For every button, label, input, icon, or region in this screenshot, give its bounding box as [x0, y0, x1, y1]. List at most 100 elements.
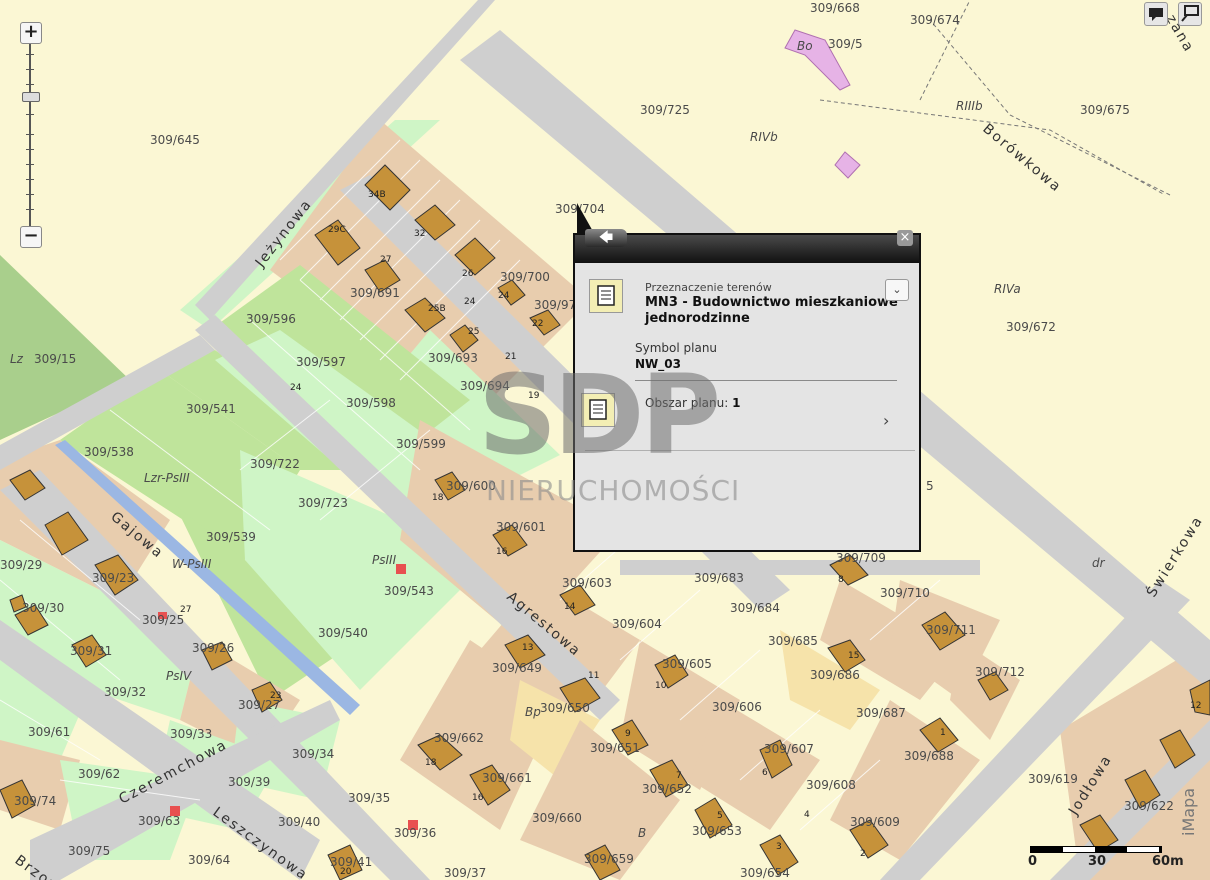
- expand-button[interactable]: ⌄: [885, 279, 909, 301]
- parcel-label: 309/684: [730, 601, 780, 615]
- house-number: 29C: [328, 225, 346, 235]
- zone-label: W-PsIII: [172, 557, 212, 571]
- zoom-out-button[interactable]: −: [20, 226, 42, 248]
- parcel-label: 309/597: [296, 355, 346, 369]
- zone-label: RIVb: [750, 130, 778, 144]
- parcel-label: 309/608: [806, 778, 856, 792]
- house-number: 23: [270, 691, 281, 701]
- house-number: 16: [496, 547, 508, 557]
- house-number: 3: [776, 842, 782, 852]
- parcel-label: 309/31: [70, 644, 112, 658]
- zone-label: PsIII: [372, 553, 397, 567]
- house-number: 5: [717, 811, 723, 821]
- back-button[interactable]: 🡄: [585, 229, 627, 247]
- parcel-label: 309/61: [28, 725, 70, 739]
- parcel-label: 309/725: [640, 103, 690, 117]
- parcel-label: 309/693: [428, 351, 478, 365]
- parcel-label: 309/601: [496, 520, 546, 534]
- house-number: 16: [472, 793, 484, 803]
- scale-bar: 0 30 60m: [1028, 842, 1184, 872]
- zoom-in-button[interactable]: +: [20, 22, 42, 44]
- symbol-value: NW_03: [635, 357, 681, 371]
- parcel-label: 309/609: [850, 815, 900, 829]
- zoom-slider-track[interactable]: [26, 44, 34, 226]
- parcel-label: 309/605: [662, 657, 712, 671]
- parcel-label: 309/39: [228, 775, 270, 789]
- house-number: 2: [860, 849, 866, 859]
- parcel-label: 309/75: [68, 844, 110, 858]
- parcel-label: 309/23: [92, 571, 134, 585]
- parcel-label: 309/599: [396, 437, 446, 451]
- parcel-label: 309/36: [394, 826, 436, 840]
- brand-text: iMapa: [1179, 788, 1198, 836]
- house-number: 13: [522, 643, 533, 653]
- parcel-label: 309/654: [740, 866, 790, 880]
- area-label: Obszar planu:: [645, 396, 729, 410]
- house-number: 10: [655, 681, 667, 691]
- parcel-label: 309/710: [880, 586, 930, 600]
- house-number: 1: [940, 728, 946, 738]
- symbol-label: Symbol planu: [635, 341, 718, 355]
- close-button[interactable]: ×: [897, 230, 913, 246]
- parcel-label: 309/606: [712, 700, 762, 714]
- zone-label: Bp: [525, 705, 541, 719]
- parcel-label: 309/607: [764, 742, 814, 756]
- zone-label: RIVa: [994, 282, 1021, 296]
- parcel-label: 309/541: [186, 402, 236, 416]
- house-number: 18: [425, 758, 437, 768]
- parcel-label: 309/34: [292, 747, 334, 761]
- house-number: 27: [180, 605, 191, 615]
- parcel-label: 309/32: [104, 685, 146, 699]
- scale-label-60: 60m: [1152, 854, 1184, 869]
- parcel-label: 309/659: [584, 852, 634, 866]
- house-number: 12: [1190, 701, 1201, 711]
- house-number: 24: [290, 383, 302, 393]
- popup-subtitle: Przeznaczenie terenów: [645, 281, 772, 294]
- parcel-label: 309/683: [694, 571, 744, 585]
- parcel-label: 309/652: [642, 782, 692, 796]
- parcel-label: 309/33: [170, 727, 212, 741]
- house-number: 22: [532, 319, 543, 329]
- parcel-label: 309/712: [975, 665, 1025, 679]
- parcel-label: 309/687: [856, 706, 906, 720]
- parcel-label: 309/660: [532, 811, 582, 825]
- house-number: 6: [762, 768, 768, 778]
- parcel-label: 309/26: [192, 641, 234, 655]
- house-number: 32: [414, 229, 425, 239]
- house-number: 15: [848, 651, 859, 661]
- house-number: 26: [462, 269, 474, 279]
- parcel-label: 309/651: [590, 741, 640, 755]
- search-tool-button[interactable]: [1178, 2, 1202, 26]
- house-number: 11: [588, 671, 599, 681]
- parcel-label: 309/37: [444, 866, 486, 880]
- parcel-label: 309/649: [492, 661, 542, 675]
- parcel-label: 309/685: [768, 634, 818, 648]
- parcel-label: 309/62: [78, 767, 120, 781]
- parcel-label: 309/700: [500, 270, 550, 284]
- document-icon[interactable]: [581, 393, 615, 427]
- parcel-label: 309/603: [562, 576, 612, 590]
- parcel-label: 309/15: [34, 352, 76, 366]
- info-popup: 🡄 × Przeznaczenie terenów MN3 - Budownic…: [573, 229, 921, 552]
- parcel-label: 309/63: [138, 814, 180, 828]
- parcel-label: 309/672: [1006, 320, 1056, 334]
- house-number: 34B: [368, 190, 386, 200]
- comment-tool-button[interactable]: [1144, 2, 1168, 26]
- zone-label: B: [638, 826, 646, 840]
- parcel-label: 309/686: [810, 668, 860, 682]
- house-number: 19: [528, 391, 540, 401]
- parcel-label: 309/645: [150, 133, 200, 147]
- parcel-label: 309/674: [910, 13, 960, 27]
- house-number: 9: [625, 729, 631, 739]
- parcel-label: 309/709: [836, 551, 886, 565]
- parcel-label: 309/723: [298, 496, 348, 510]
- scale-label-30: 30: [1088, 854, 1107, 869]
- document-icon[interactable]: [589, 279, 623, 313]
- house-number: 24: [498, 291, 510, 301]
- parcel-label: 309/596: [246, 312, 296, 326]
- house-number: 14: [564, 602, 576, 612]
- area-row[interactable]: Obszar planu: 1: [645, 396, 740, 410]
- magnifier-icon: [1181, 5, 1199, 22]
- chevron-right-icon[interactable]: ›: [883, 411, 889, 430]
- zoom-slider-thumb[interactable]: [22, 92, 40, 102]
